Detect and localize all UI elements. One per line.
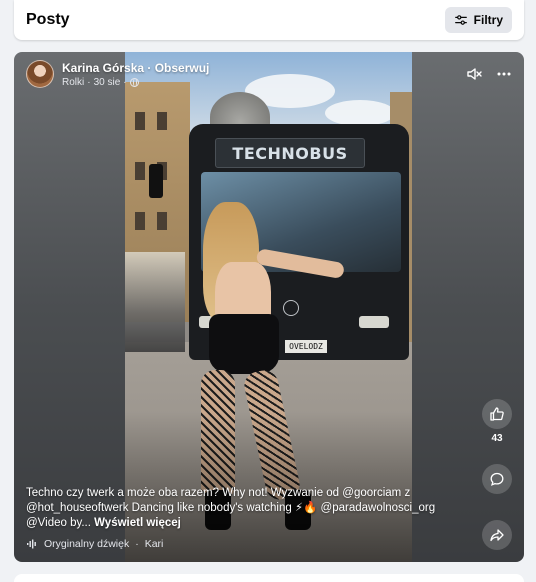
bus-headlight-right — [359, 316, 389, 328]
audio-separator: · — [135, 538, 139, 550]
next-post-card — [14, 574, 524, 582]
bus-sign: TECHNOBUS — [215, 138, 365, 168]
filter-button-label: Filtry — [473, 13, 503, 27]
see-more-link[interactable]: Wyświetl więcej — [94, 517, 181, 529]
bus-logo — [283, 300, 299, 316]
bus-mirror — [149, 164, 163, 198]
caption-text: Techno czy twerk a może oba razem? Why n… — [26, 487, 436, 529]
sound-wave-icon — [27, 539, 36, 549]
share-button[interactable] — [482, 520, 512, 550]
meta-separator: · — [87, 76, 91, 88]
avatar[interactable] — [26, 60, 54, 88]
share-arrow-icon — [490, 529, 504, 542]
more-dots-icon[interactable] — [496, 66, 512, 82]
sliders-icon — [454, 15, 467, 25]
audio-label[interactable]: Oryginalny dźwięk — [44, 538, 129, 550]
post-source[interactable]: Rolki — [62, 77, 84, 88]
like-button[interactable] — [482, 399, 512, 429]
bus-plate: OVELODZ — [285, 340, 327, 353]
audio-attribution[interactable]: Oryginalny dźwięk · Kari — [26, 538, 163, 550]
video-controls — [466, 66, 512, 82]
reel-post[interactable]: TECHNOBUS OVELODZ Karina Górska · Obserw… — [14, 52, 524, 562]
filter-button[interactable]: Filtry — [444, 7, 512, 33]
dancer-shorts — [209, 314, 279, 374]
video-crowd — [125, 252, 185, 352]
post-date[interactable]: 30 sie — [94, 77, 121, 88]
thumbs-up-icon — [490, 407, 504, 421]
meta-separator: · — [123, 76, 127, 88]
posts-header: Posty Filtry — [14, 0, 524, 40]
post-caption: Techno czy twerk a może oba razem? Why n… — [26, 486, 466, 531]
comment-bubble-icon — [490, 472, 504, 486]
reel-actions: 43 — [482, 399, 512, 550]
author-name[interactable]: Karina Górska · Obserwuj — [62, 61, 209, 75]
post-author: Karina Górska · Obserwuj Rolki · 30 sie … — [26, 60, 209, 88]
video-cloud — [325, 100, 395, 126]
comment-button[interactable] — [482, 464, 512, 494]
speaker-muted-icon[interactable] — [466, 66, 482, 82]
globe-icon — [129, 77, 139, 87]
page-title: Posty — [26, 11, 70, 28]
audio-author[interactable]: Kari — [145, 538, 164, 550]
post-meta: Rolki · 30 sie · — [62, 77, 209, 88]
like-count: 43 — [491, 433, 503, 444]
